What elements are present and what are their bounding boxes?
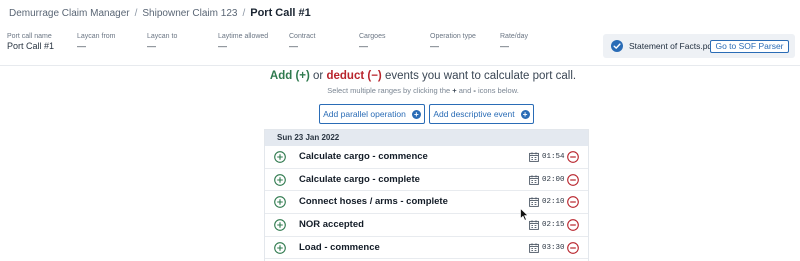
event-name: Calculate cargo - commence [299,151,428,162]
sof-file-name: Statement of Facts.pdf [629,41,715,51]
hint-minus: - [473,86,476,95]
breadcrumb-separator: / [242,7,246,19]
remove-circle-icon[interactable] [567,219,579,231]
field-label: Rate/day [500,33,529,40]
remove-circle-icon[interactable] [567,196,579,209]
mouse-cursor-icon [520,208,529,221]
field-value: — [218,41,227,51]
instruction-heading: Add (+) or deduct (−) events you want to… [0,70,800,82]
events-list: Sun 23 Jan 2022 Calculate cargo - commen… [264,129,589,261]
field-label: Cargoes [359,33,386,40]
hint-prefix: Select multiple ranges by clicking the [327,86,451,95]
instruction-hint: Select multiple ranges by clicking the +… [0,86,800,95]
field-operation-type: Operation type — [430,33,476,51]
breadcrumb-separator: / [134,7,138,19]
event-time: 02:00 [542,175,565,184]
calendar-icon[interactable] [529,152,539,162]
field-value: — [289,41,298,51]
event-name: Connect hoses / arms - complete [299,196,448,208]
remove-circle-icon[interactable] [567,241,579,254]
field-label: Laycan to [147,33,178,40]
event-row: Calculate cargo - commence 01:54 [265,146,588,169]
date-group-header: Sun 23 Jan 2022 [265,130,588,146]
field-contract: Contract — [289,33,315,51]
event-time: 01:54 [542,153,565,161]
field-label: Contract [289,33,316,40]
calendar-icon[interactable] [529,243,539,253]
event-time: 02:10 [542,198,565,207]
field-rate-per-day: Rate/day — [500,33,528,51]
sof-file-panel: Statement of Facts.pdf Go to SOF Parser [603,34,795,58]
add-parallel-operation-button[interactable]: Add parallel operation + [319,104,425,124]
field-value: — [77,41,86,51]
breadcrumb-item-shipowner-claim[interactable]: Shipowner Claim 123 [142,8,237,19]
breadcrumb: Demurrage Claim Manager / Shipowner Clai… [9,6,311,20]
field-value: — [500,41,509,51]
deduct-word: deduct [326,70,365,82]
event-time: 03:30 [542,243,565,252]
event-row: Calculate cargo - complete 02:00 [265,169,588,192]
remove-circle-icon[interactable] [567,173,579,186]
event-name: Load - commence [299,241,380,253]
field-label: Laytime allowed [218,33,269,40]
check-badge-icon [611,40,623,52]
field-label: Operation type [430,33,476,40]
minus-token: (−) [367,70,382,82]
hint-suffix: icons below. [477,86,519,95]
go-to-sof-parser-button[interactable]: Go to SOF Parser [710,40,789,53]
field-port-call-name: Port call name Port Call #1 [7,33,54,51]
hint-plus: + [452,86,457,95]
field-value: — [147,41,156,51]
calendar-icon[interactable] [529,220,539,230]
add-descriptive-event-label: Add descriptive event [433,109,515,119]
event-row: Load - commence 03:30 [265,237,588,260]
calendar-icon[interactable] [529,197,539,208]
add-circle-icon[interactable] [274,219,286,231]
event-row: Connect hoses / arms - complete 02:10 [265,191,588,215]
field-label: Laycan from [77,33,116,40]
add-descriptive-event-button[interactable]: Add descriptive event + [429,104,534,124]
instruction-rest: events you want to calculate port call. [384,70,577,82]
event-row: NOR accepted 02:15 [265,214,588,237]
add-circle-icon[interactable] [274,173,286,186]
add-circle-icon[interactable] [274,151,286,163]
plus-token: (+) [295,70,310,82]
or-word: or [313,70,324,82]
add-word: Add [269,70,293,82]
field-value: — [359,41,368,51]
page-title: Port Call #1 [250,7,311,19]
hint-and: and [458,86,472,95]
add-circle-icon[interactable] [274,241,286,254]
add-circle-icon[interactable] [274,196,286,209]
field-label: Port call name [7,33,52,40]
event-name: NOR accepted [299,219,364,231]
plus-circle-icon: + [411,109,421,119]
plus-circle-icon: + [520,109,530,119]
event-time: 02:15 [542,221,565,230]
field-laycan-to: Laycan to — [147,33,177,51]
field-value: Port Call #1 [7,41,55,51]
remove-circle-icon[interactable] [567,151,579,163]
field-laycan-from: Laycan from — [77,33,116,51]
event-name: Calculate cargo - complete [299,173,420,185]
calendar-icon[interactable] [529,175,539,185]
add-parallel-operation-label: Add parallel operation [323,109,406,119]
breadcrumb-item-demurrage-claim-manager[interactable]: Demurrage Claim Manager [9,8,130,19]
field-value: — [430,41,439,51]
field-cargoes: Cargoes — [359,33,385,51]
field-laytime-allowed: Laytime allowed — [218,33,268,51]
